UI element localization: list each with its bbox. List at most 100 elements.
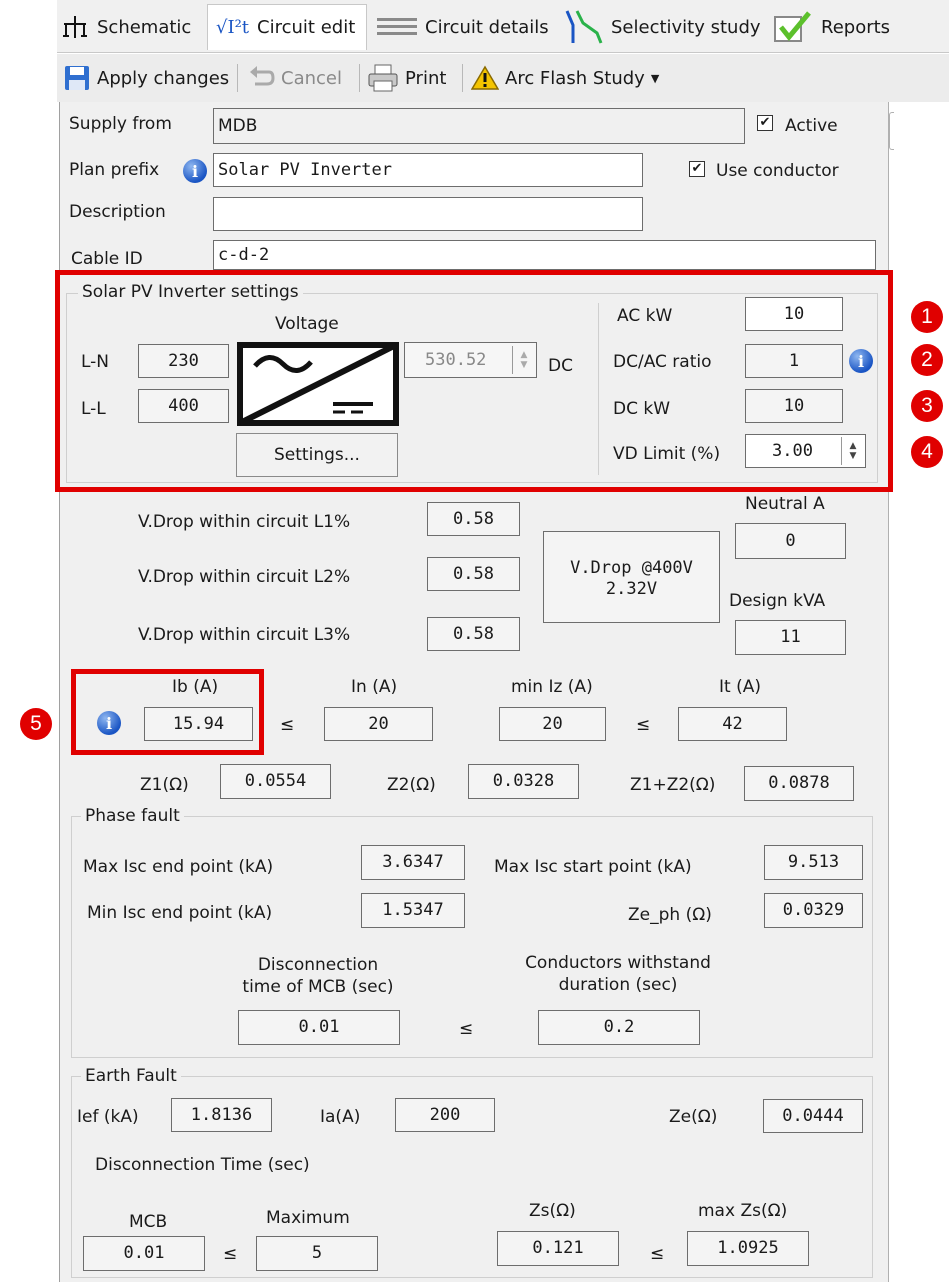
arc-flash-study-dropdown[interactable]: Arc Flash Study ▼: [471, 62, 659, 94]
neutral-field: 0: [735, 523, 846, 559]
min-iz-value: 20: [542, 713, 563, 734]
disconnection-time-sec-label: Disconnection Time (sec): [95, 1155, 310, 1175]
cable-id-input[interactable]: c-d-2: [213, 240, 876, 270]
neutral-value: 0: [785, 530, 796, 551]
vdrop-l3-label: V.Drop within circuit L3%: [138, 625, 351, 645]
undo-icon: [250, 66, 275, 86]
le-symbol-2: ≤: [636, 715, 651, 735]
maximum-field: 5: [256, 1236, 378, 1271]
max-isc-start-label: Max Isc start point (kA): [494, 857, 692, 877]
it-field: 42: [678, 707, 787, 741]
disconnection-time-field: 0.01: [238, 1010, 400, 1045]
tab-reports[interactable]: Reports: [773, 4, 949, 50]
tab-schematic[interactable]: Schematic: [61, 4, 201, 50]
supply-from-value: MDB: [218, 115, 258, 136]
max-zs-field: 1.0925: [687, 1231, 809, 1266]
tab-label: Circuit edit: [257, 17, 356, 38]
toolbar-divider: [359, 64, 360, 92]
plan-prefix-input[interactable]: Solar PV Inverter: [213, 153, 643, 187]
cancel-button[interactable]: Cancel: [247, 62, 342, 94]
cable-id-label: Cable ID: [71, 249, 143, 269]
use-conductor-checkbox[interactable]: ✔: [689, 161, 705, 177]
vdrop-summary-line1: V.Drop @400V: [570, 558, 693, 578]
apply-changes-label: Apply changes: [97, 67, 230, 89]
tab-selectivity-study[interactable]: Selectivity study: [563, 4, 763, 50]
chevron-down-icon: ▼: [650, 71, 660, 85]
max-zs-value: 1.0925: [717, 1238, 779, 1258]
vdrop-summary: V.Drop @400V 2.32V: [543, 531, 720, 623]
supply-from-label: Supply from: [69, 114, 172, 134]
withstand-duration-value: 0.2: [603, 1017, 635, 1037]
disconnection-time-label: Disconnection time of MCB (sec): [238, 954, 398, 998]
max-isc-end-value: 3.6347: [382, 852, 444, 872]
it-value: 42: [722, 713, 743, 734]
vdrop-l3-value: 0.58: [453, 623, 494, 644]
le-symbol-4: ≤: [223, 1244, 238, 1264]
le-symbol-3: ≤: [459, 1019, 474, 1039]
tab-label: Circuit details: [425, 16, 549, 38]
description-label: Description: [69, 202, 166, 222]
callout-2: 2: [911, 344, 943, 376]
max-zs-label: max Zs(Ω): [698, 1201, 788, 1221]
ze-ph-label: Ze_ph (Ω): [628, 905, 712, 925]
design-kva-label: Design kVA: [729, 591, 826, 611]
disconnection-time-line2: time of MCB (sec): [242, 977, 394, 998]
withstand-duration-label: Conductors withstand duration (sec): [508, 952, 728, 996]
panel-scroll-edge: [889, 102, 949, 1282]
mcb-label: MCB: [129, 1212, 168, 1232]
vdrop-l3-field: 0.58: [427, 617, 520, 651]
panel-scroll-tab: [889, 112, 894, 150]
zs-value: 0.121: [532, 1238, 584, 1258]
list-icon: [377, 18, 417, 35]
solar-settings-highlight: [55, 270, 893, 492]
toolbar-divider: [237, 64, 238, 92]
z1-label: Z1(Ω): [140, 775, 189, 795]
min-isc-end-value: 1.5347: [382, 900, 444, 920]
design-kva-value: 11: [780, 627, 801, 647]
min-isc-end-label: Min Isc end point (kA): [87, 903, 273, 923]
save-icon: [65, 66, 89, 90]
in-value: 20: [368, 713, 389, 734]
tab-circuit-edit[interactable]: √I²t Circuit edit: [207, 4, 367, 50]
ief-label: Ief (kA): [77, 1107, 139, 1127]
plan-prefix-info-icon[interactable]: i: [183, 159, 207, 183]
it-label: It (A): [719, 677, 761, 697]
arc-flash-label: Arc Flash Study: [505, 67, 645, 89]
maximum-value: 5: [311, 1243, 323, 1263]
zs-label: Zs(Ω): [529, 1201, 576, 1221]
apply-changes-button[interactable]: Apply changes: [63, 62, 229, 94]
use-conductor-label: Use conductor: [716, 161, 839, 181]
max-isc-start-value: 9.513: [787, 852, 840, 872]
cancel-label: Cancel: [281, 67, 342, 89]
warning-icon: [471, 65, 499, 90]
tab-label: Selectivity study: [611, 16, 761, 38]
toolbar: Apply changes Cancel Print Arc Flash Stu…: [57, 54, 949, 102]
description-input[interactable]: [213, 197, 643, 231]
ze-ph-field: 0.0329: [764, 893, 863, 928]
earth-fault-title: Earth Fault: [81, 1066, 181, 1086]
tab-circuit-details[interactable]: Circuit details: [377, 4, 553, 50]
vdrop-l2-value: 0.58: [453, 563, 494, 584]
tab-label: Reports: [821, 16, 891, 38]
z2-value: 0.0328: [492, 771, 555, 791]
disconnection-time-line1: Disconnection: [257, 955, 379, 975]
withstand-duration-line1: Conductors withstand: [525, 953, 711, 973]
vdrop-l1-label: V.Drop within circuit L1%: [138, 512, 351, 532]
active-label: Active: [785, 116, 838, 136]
withstand-duration-field: 0.2: [538, 1010, 700, 1045]
supply-from-field[interactable]: MDB: [213, 108, 745, 144]
in-field: 20: [324, 707, 433, 741]
active-checkbox[interactable]: ✔: [757, 115, 773, 131]
vdrop-summary-line2: 2.32V: [605, 579, 658, 600]
reports-check-icon: [774, 11, 811, 42]
design-kva-field: 11: [735, 620, 846, 655]
callout-3: 3: [911, 390, 943, 422]
print-button[interactable]: Print: [367, 62, 446, 94]
z1z2-field: 0.0878: [744, 766, 854, 801]
print-label: Print: [405, 67, 447, 89]
le-symbol-5: ≤: [650, 1244, 665, 1264]
z1-field: 0.0554: [220, 764, 331, 799]
max-isc-start-field: 9.513: [764, 845, 863, 880]
ia-value: 200: [429, 1104, 461, 1125]
le-symbol-1: ≤: [280, 715, 295, 735]
